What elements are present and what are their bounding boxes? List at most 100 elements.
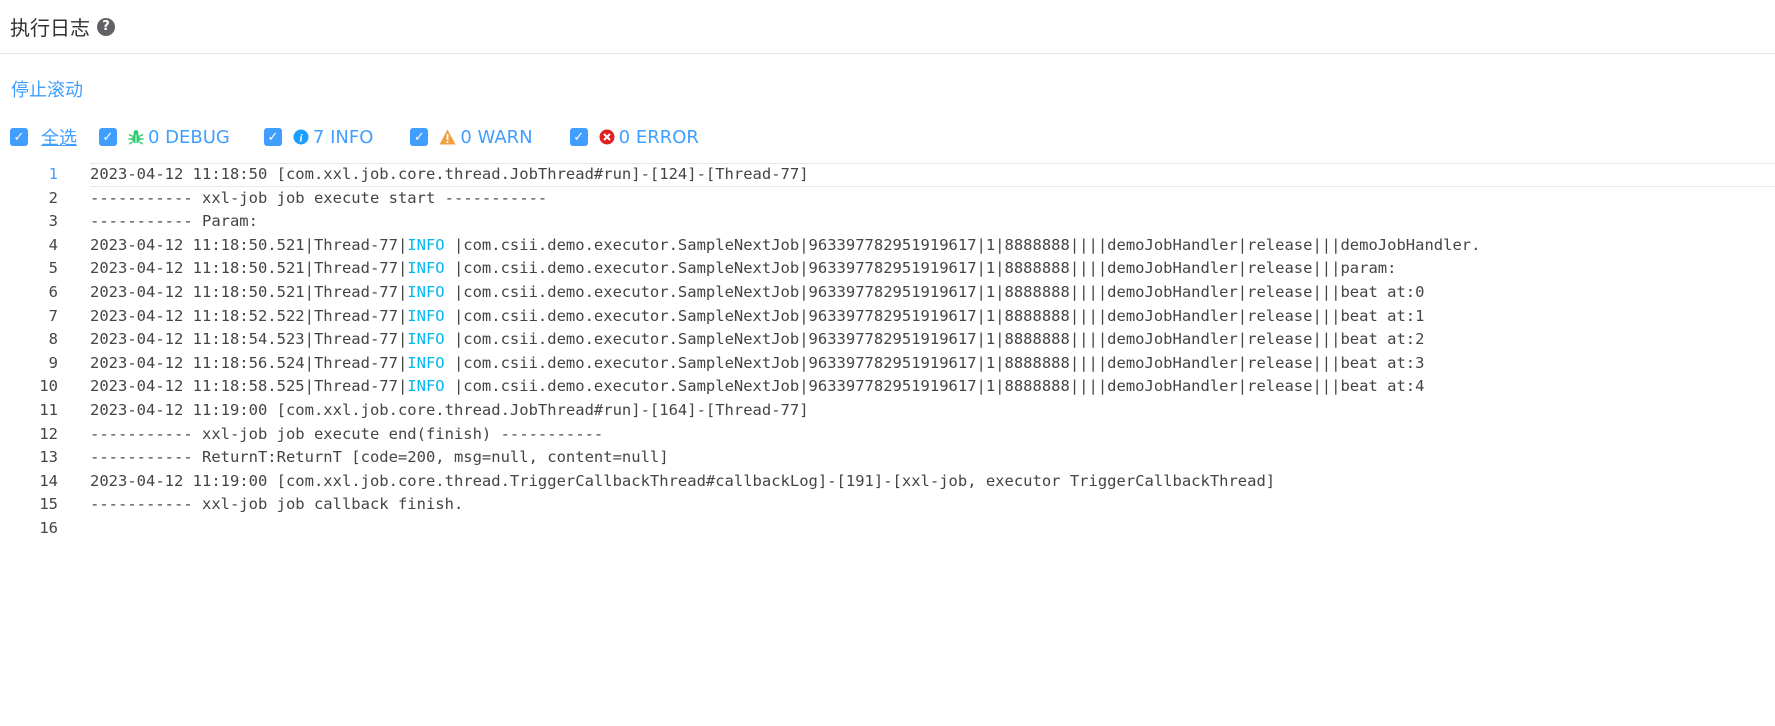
log-line: 6 2023-04-12 11:18:50.521|Thread-77|INFO …: [0, 281, 1775, 305]
log-text: ----------- xxl-job job execute start --…: [90, 187, 547, 211]
log-text: 2023-04-12 11:18:54.523|Thread-77|INFO |…: [90, 328, 1424, 352]
log-text-prefix: 2023-04-12 11:18:50.521|Thread-77|: [90, 282, 408, 301]
warn-checkbox[interactable]: ✓: [410, 128, 429, 146]
line-number: 3: [48, 212, 58, 231]
info-count-label[interactable]: 7 INFO: [313, 127, 373, 148]
log-text-suffix: |com.csii.demo.executor.SampleNextJob|96…: [444, 306, 1425, 325]
log-text-prefix: 2023-04-12 11:19:00 [com.xxl.job.core.th…: [90, 400, 809, 419]
warn-filter[interactable]: ✓ 0 WARN: [410, 127, 533, 148]
info-circle-icon: i: [293, 129, 309, 145]
line-number: 1: [48, 165, 58, 183]
log-line: 11 2023-04-12 11:19:00 [com.xxl.job.core.…: [0, 399, 1775, 423]
line-number: 9: [48, 353, 58, 372]
log-line: 9 2023-04-12 11:18:56.524|Thread-77|INFO …: [0, 352, 1775, 376]
log-line: 4 2023-04-12 11:18:50.521|Thread-77|INFO …: [0, 234, 1775, 258]
log-text-prefix: ----------- Param:: [90, 212, 258, 231]
log-text-prefix: ----------- ReturnT:ReturnT [code=200, m…: [90, 448, 669, 467]
debug-count-label[interactable]: 0 DEBUG: [148, 127, 230, 148]
error-count-label[interactable]: 0 ERROR: [619, 127, 699, 148]
log-text-suffix: |com.csii.demo.executor.SampleNextJob|96…: [444, 377, 1425, 396]
log-line: 13 ----------- ReturnT:ReturnT [code=200,…: [0, 446, 1775, 470]
warning-triangle-icon: [439, 129, 456, 145]
log-line: 16: [0, 517, 1775, 541]
log-text-suffix: |com.csii.demo.executor.SampleNextJob|96…: [444, 282, 1425, 301]
log-line: 1 2023-04-12 11:18:50 [com.xxl.job.core.t…: [49, 163, 1775, 187]
log-text-prefix: ----------- xxl-job job execute end(fini…: [90, 424, 604, 443]
log-viewer[interactable]: 1 2023-04-12 11:18:50 [com.xxl.job.core.t…: [0, 163, 1775, 541]
bug-icon: [128, 129, 144, 145]
debug-filter[interactable]: ✓ 0 DEBUG: [99, 127, 230, 148]
log-text-suffix: |com.csii.demo.executor.SampleNextJob|96…: [444, 235, 1481, 254]
log-level-tag: INFO: [407, 377, 445, 396]
log-line: 8 2023-04-12 11:18:54.523|Thread-77|INFO …: [0, 328, 1775, 352]
line-number: 13: [39, 448, 58, 467]
select-all-filter[interactable]: ✓ 全选: [10, 124, 77, 150]
log-text: ----------- ReturnT:ReturnT [code=200, m…: [90, 446, 669, 470]
log-text: ----------- Param:: [90, 210, 258, 234]
info-filter[interactable]: ✓ i 7 INFO: [263, 127, 373, 148]
info-checkbox[interactable]: ✓: [263, 128, 282, 146]
log-line: 5 2023-04-12 11:18:50.521|Thread-77|INFO …: [0, 257, 1775, 281]
error-circle-icon: [599, 129, 615, 145]
log-text: ----------- xxl-job job callback finish.: [90, 493, 463, 517]
line-number: 5: [48, 259, 58, 278]
log-line: 10 2023-04-12 11:18:58.525|Thread-77|INFO…: [0, 375, 1775, 399]
select-all-checkbox[interactable]: ✓: [10, 128, 28, 146]
log-text-prefix: 2023-04-12 11:19:00 [com.xxl.job.core.th…: [90, 471, 1276, 490]
line-number: 15: [39, 495, 58, 514]
log-text-prefix: 2023-04-12 11:18:56.524|Thread-77|: [90, 353, 408, 372]
line-number: 6: [48, 282, 58, 301]
log-line: 15 ----------- xxl-job job callback finis…: [0, 493, 1775, 517]
line-number: 11: [39, 400, 58, 419]
line-number: 4: [48, 235, 58, 254]
log-level-tag: INFO: [407, 282, 445, 301]
log-text-prefix: ----------- xxl-job job callback finish.: [90, 495, 464, 514]
log-text-suffix: |com.csii.demo.executor.SampleNextJob|96…: [444, 330, 1425, 349]
warn-count-label[interactable]: 0 WARN: [460, 127, 532, 148]
line-number: 12: [39, 424, 58, 443]
log-text: 2023-04-12 11:18:56.524|Thread-77|INFO |…: [90, 352, 1424, 376]
log-line: 7 2023-04-12 11:18:52.522|Thread-77|INFO …: [0, 305, 1775, 329]
log-text-prefix: 2023-04-12 11:18:50.521|Thread-77|: [90, 259, 408, 278]
log-line: 3 ----------- Param:: [0, 210, 1775, 234]
log-level-tag: INFO: [407, 353, 445, 372]
line-number: 14: [39, 471, 58, 490]
line-number: 10: [39, 377, 58, 396]
log-text: 2023-04-12 11:18:52.522|Thread-77|INFO |…: [90, 305, 1424, 329]
log-text: 2023-04-12 11:18:58.525|Thread-77|INFO |…: [90, 375, 1424, 399]
log-level-tag: INFO: [407, 259, 445, 278]
question-circle-icon[interactable]: ?: [97, 17, 115, 36]
log-line: 2 ----------- xxl-job job execute start -…: [0, 187, 1775, 211]
debug-checkbox[interactable]: ✓: [99, 128, 117, 146]
log-text: 2023-04-12 11:18:50 [com.xxl.job.core.th…: [90, 164, 809, 186]
stop-scroll-link[interactable]: 停止滚动: [11, 76, 83, 102]
log-text-prefix: ----------- xxl-job job execute start --…: [90, 188, 548, 207]
select-all-label[interactable]: 全选: [41, 124, 77, 150]
line-number: 16: [39, 518, 58, 537]
page-header: 执行日志 ?: [0, 0, 1775, 54]
log-text-prefix: 2023-04-12 11:18:50.521|Thread-77|: [90, 235, 408, 254]
line-number: 2: [48, 188, 58, 207]
log-text-prefix: 2023-04-12 11:18:50 [com.xxl.job.core.th…: [90, 165, 809, 183]
log-text-suffix: |com.csii.demo.executor.SampleNextJob|96…: [444, 353, 1425, 372]
log-text: 2023-04-12 11:18:50.521|Thread-77|INFO |…: [90, 257, 1396, 281]
log-text: 2023-04-12 11:19:00 [com.xxl.job.core.th…: [90, 399, 809, 423]
log-level-tag: INFO: [407, 330, 445, 349]
log-text-suffix: |com.csii.demo.executor.SampleNextJob|96…: [444, 259, 1397, 278]
log-text: 2023-04-12 11:19:00 [com.xxl.job.core.th…: [90, 470, 1275, 494]
line-number: 7: [48, 306, 58, 325]
log-text-prefix: 2023-04-12 11:18:52.522|Thread-77|: [90, 306, 408, 325]
log-level-tag: INFO: [407, 306, 445, 325]
log-text-prefix: 2023-04-12 11:18:58.525|Thread-77|: [90, 377, 408, 396]
log-text-prefix: 2023-04-12 11:18:54.523|Thread-77|: [90, 330, 408, 349]
log-line: 12 ----------- xxl-job job execute end(fi…: [0, 423, 1775, 447]
page-title: 执行日志: [10, 16, 90, 40]
log-text: 2023-04-12 11:18:50.521|Thread-77|INFO |…: [90, 281, 1424, 305]
log-text: 2023-04-12 11:18:50.521|Thread-77|INFO |…: [90, 234, 1480, 258]
line-number: 8: [48, 330, 58, 349]
error-filter[interactable]: ✓ 0 ERROR: [569, 127, 699, 148]
error-checkbox[interactable]: ✓: [569, 128, 588, 146]
log-level-tag: INFO: [407, 235, 445, 254]
log-line: 14 2023-04-12 11:19:00 [com.xxl.job.core.…: [0, 470, 1775, 494]
log-text: ----------- xxl-job job execute end(fini…: [90, 423, 603, 447]
